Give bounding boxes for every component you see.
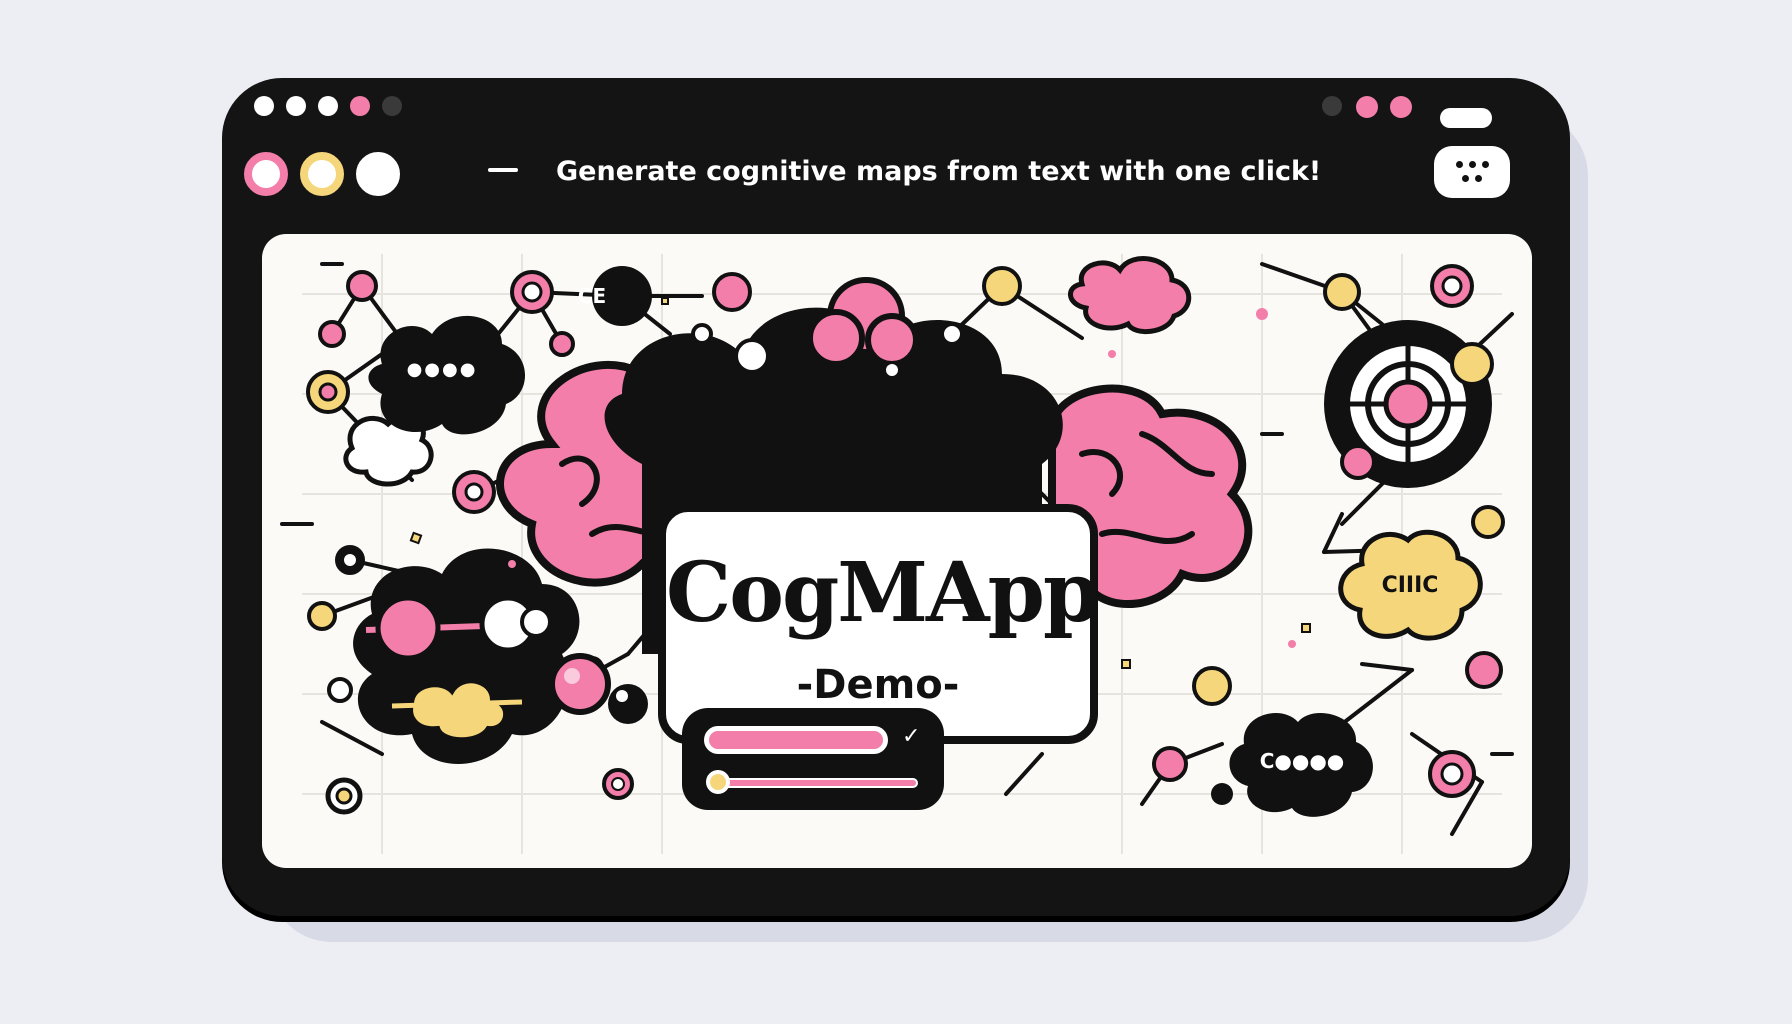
cloud-label-ciiic: CIIIC <box>1381 573 1439 598</box>
slider-track[interactable] <box>718 778 918 788</box>
more-button[interactable] <box>1434 146 1510 198</box>
target-icon <box>1324 320 1494 488</box>
app-title: CogMApp <box>666 545 1100 641</box>
tab-dot-3[interactable] <box>318 96 338 116</box>
cloud-label-dots: ●●●● <box>406 359 478 380</box>
tab-dot-2[interactable] <box>286 96 306 116</box>
tab-dot-4[interactable] <box>350 96 370 116</box>
tab-dot-1[interactable] <box>254 96 274 116</box>
expand-pill-button[interactable] <box>1440 108 1492 128</box>
tab-dot-5[interactable] <box>382 96 402 116</box>
headline: Generate cognitive maps from text with o… <box>556 156 1322 187</box>
cloud-label-ce: CE <box>577 284 607 308</box>
mindmap-canvas: CE ●●●● CIIIC C●●●● CogMApp -Demo- ✓ <box>262 234 1532 868</box>
slider-thumb[interactable] <box>706 770 730 794</box>
control-panel: ✓ <box>682 708 944 810</box>
status-dot-2 <box>1356 96 1378 118</box>
app-window: Generate cognitive maps from text with o… <box>222 78 1570 916</box>
status-dot-1 <box>1322 96 1342 116</box>
checkmark-icon[interactable]: ✓ <box>902 722 928 752</box>
app-subtitle: -Demo- <box>796 662 960 708</box>
minimize-button[interactable] <box>300 152 344 196</box>
more-dots-icon <box>1456 161 1463 168</box>
maximize-button[interactable] <box>356 152 400 196</box>
dash-icon[interactable] <box>488 168 518 172</box>
title-bar: Generate cognitive maps from text with o… <box>222 78 1570 228</box>
close-button[interactable] <box>244 152 288 196</box>
status-dot-3 <box>1390 96 1412 118</box>
cloud-label-coooo: C●●●● <box>1259 749 1345 773</box>
text-input-field[interactable] <box>704 726 888 754</box>
